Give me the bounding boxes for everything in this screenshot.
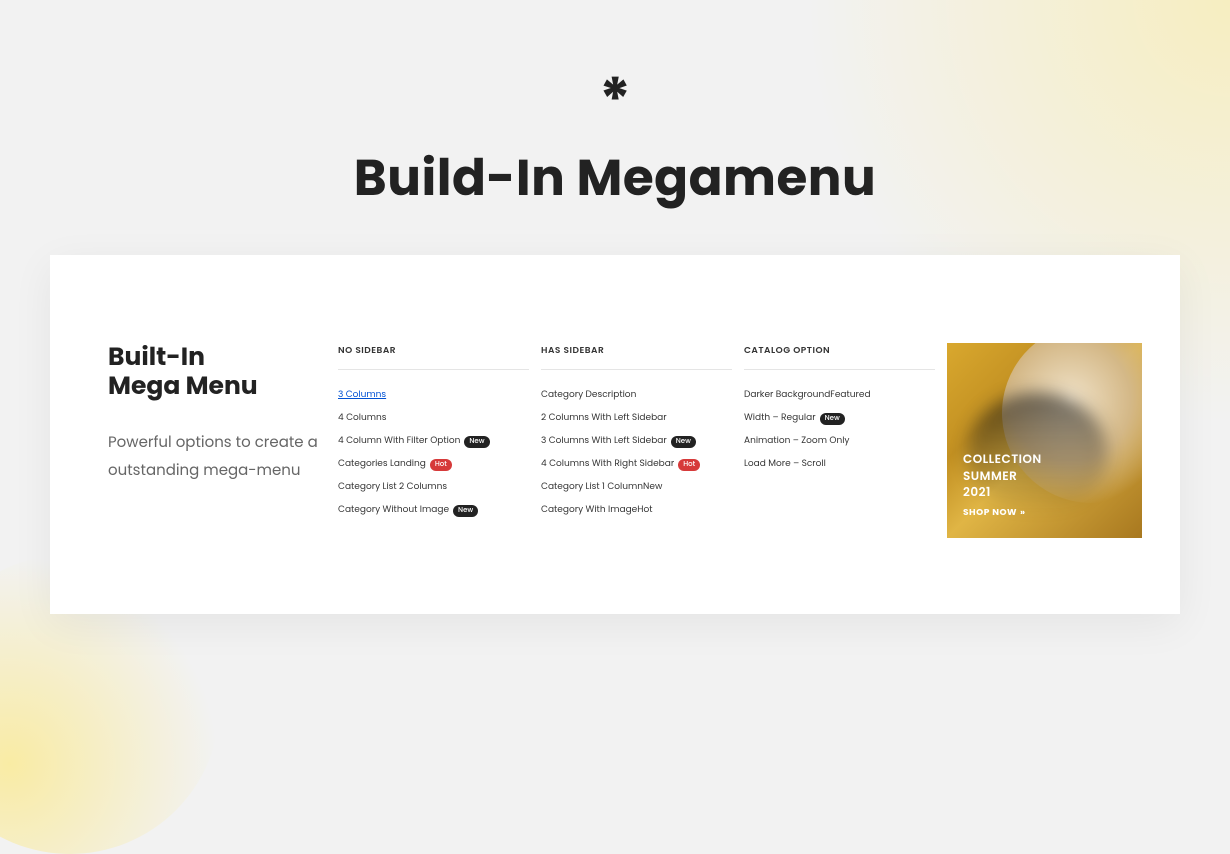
menu-column: NO SIDEBAR 3 Columns 4 Columns 4 Column Wit… [338,345,541,564]
menu-item-label: Load More – Scroll [744,458,826,471]
menu-item-label: Category Without Image [338,504,449,517]
intro-title-line2: Mega Menu [108,368,258,403]
promo-line-1: COLLECTION [963,452,1042,468]
menu-item-label: Category Description [541,389,636,402]
megamenu-columns: NO SIDEBAR 3 Columns 4 Columns 4 Column Wit… [338,305,947,564]
menu-item-inline-tag: New [643,481,662,493]
hot-badge: Hot [430,459,452,471]
card-intro-description: Powerful options to create a outstanding… [108,429,338,486]
menu-item[interactable]: 4 Columns With Right Sidebar Hot [541,453,732,476]
arrow-right-icon: » [1020,507,1026,520]
menu-item-label: 4 Columns [338,412,386,425]
promo-banner[interactable]: COLLECTION SUMMER 2021 SHOP NOW » [947,343,1142,538]
column-header: CATALOG OPTION [744,345,935,370]
menu-column: HAS SIDEBAR Category Description 2 Columns… [541,345,744,564]
menu-item-inline-tag: Hot [637,504,652,516]
menu-item[interactable]: Category List 2 Columns [338,476,529,499]
menu-item-label: Category With ImageHot [541,504,653,517]
menu-item[interactable]: Category List 1 ColumnNew [541,476,732,499]
menu-item[interactable]: 3 Columns [338,384,529,407]
page-title: Build-In Megamenu [0,140,1230,216]
card-intro-title: Built-In Mega Menu [108,343,338,401]
menu-item-label: 4 Column With Filter Option [338,435,460,448]
menu-item[interactable]: Animation – Zoom Only [744,430,935,453]
new-badge: New [453,505,478,517]
menu-item-inline-tag: Featured [830,389,870,401]
menu-item-label: 2 Columns With Left Sidebar [541,412,667,425]
menu-item[interactable]: Category With ImageHot [541,499,732,522]
menu-item-label: Width – Regular [744,412,816,425]
column-header: NO SIDEBAR [338,345,529,370]
promo-line-3: 2021 [963,485,1042,501]
shop-now-button[interactable]: SHOP NOW » [963,507,1042,520]
menu-item[interactable]: 3 Columns With Left Sidebar New [541,430,732,453]
new-badge: New [671,436,696,448]
menu-item-label: Category List 2 Columns [338,481,447,494]
menu-item-label: Darker BackgroundFeatured [744,389,871,402]
menu-item[interactable]: Category Without Image New [338,499,529,522]
menu-item-label: 3 Columns With Left Sidebar [541,435,667,448]
menu-item-label: Categories Landing [338,458,426,471]
page-header: * Build-In Megamenu [0,0,1230,216]
menu-item-label: 3 Columns [338,389,386,402]
column-header: HAS SIDEBAR [541,345,732,370]
promo-text: COLLECTION SUMMER 2021 SHOP NOW » [963,452,1042,520]
menu-item[interactable]: Load More – Scroll [744,453,935,476]
asterisk-icon: * [0,70,1230,130]
menu-item-label: Animation – Zoom Only [744,435,849,448]
card-intro: Built-In Mega Menu Powerful options to c… [108,305,338,564]
menu-item[interactable]: 4 Columns [338,407,529,430]
menu-item[interactable]: Width – Regular New [744,407,935,430]
menu-item[interactable]: 4 Column With Filter Option New [338,430,529,453]
menu-item[interactable]: Category Description [541,384,732,407]
menu-item[interactable]: 2 Columns With Left Sidebar [541,407,732,430]
shop-now-label: SHOP NOW [963,507,1017,520]
promo-line-2: SUMMER [963,469,1042,485]
menu-item[interactable]: Categories Landing Hot [338,453,529,476]
menu-item[interactable]: Darker BackgroundFeatured [744,384,935,407]
hot-badge: Hot [678,459,700,471]
menu-item-label: 4 Columns With Right Sidebar [541,458,674,471]
new-badge: New [464,436,489,448]
menu-column: CATALOG OPTION Darker BackgroundFeatured W… [744,345,947,564]
megamenu-card: Built-In Mega Menu Powerful options to c… [50,255,1180,614]
new-badge: New [820,413,845,425]
menu-item-label: Category List 1 ColumnNew [541,481,662,494]
